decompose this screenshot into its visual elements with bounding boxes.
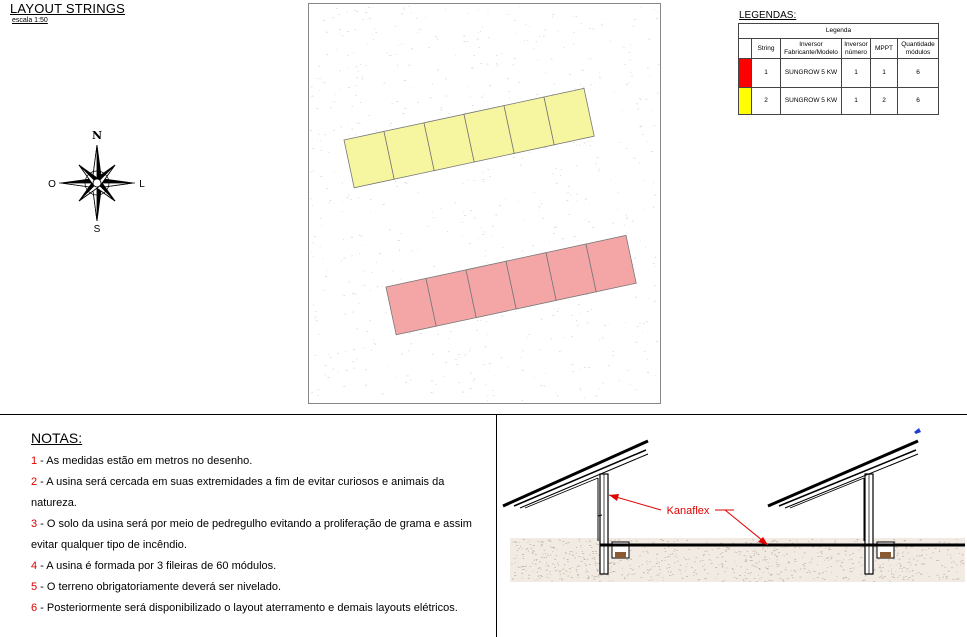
legend-cell-inverter: SUNGROW 5 KW bbox=[780, 87, 842, 115]
notes-block: NOTAS: 1 - As medidas estão em metros no… bbox=[31, 430, 486, 619]
legend-header-color bbox=[738, 38, 752, 59]
mounting-section-drawing: Kanaflex bbox=[502, 428, 965, 582]
section-divider-vertical bbox=[496, 414, 497, 637]
notes-title: NOTAS: bbox=[31, 430, 83, 446]
legend-table: Legenda String Inversor Fabricante/Model… bbox=[738, 23, 939, 115]
legend-color-swatch bbox=[738, 58, 752, 88]
legend-cell-mppt: 1 bbox=[870, 58, 898, 88]
note-item: 5 - O terreno obrigatoriamente deverá se… bbox=[31, 581, 282, 593]
legend-header-string: String bbox=[751, 38, 781, 59]
legend-cell-mppt: 2 bbox=[870, 87, 898, 115]
kanaflex-annotation: Kanaflex bbox=[608, 494, 769, 546]
blue-marker-icon bbox=[914, 428, 921, 434]
legend-heading: LEGENDAS: bbox=[739, 10, 797, 21]
note-item: 1 - As medidas estão em metros no desenh… bbox=[31, 455, 253, 467]
legend-cell-string: 2 bbox=[751, 87, 781, 115]
legend-color-swatch bbox=[738, 87, 752, 115]
section-divider-horizontal bbox=[0, 414, 967, 415]
legend-cell-inverter-number: 1 bbox=[841, 87, 871, 115]
kanaflex-label: Kanaflex bbox=[667, 505, 710, 517]
legend-header-modules: Quantidade módulos bbox=[897, 38, 939, 59]
legend-header-inverter-number: Inversor número bbox=[841, 38, 871, 59]
legend-header-inverter: Inversor Fabricante/Modelo bbox=[780, 38, 842, 59]
legend-cell-inverter: SUNGROW 5 KW bbox=[780, 58, 842, 88]
legend-cell-inverter-number: 1 bbox=[841, 58, 871, 88]
note-item: 4 - A usina é formada por 3 fileiras de … bbox=[31, 560, 277, 572]
legend-header-mppt: MPPT bbox=[870, 38, 898, 59]
note-item: 6 - Posteriormente será disponibilizado … bbox=[31, 602, 458, 614]
legend-cell-string: 1 bbox=[751, 58, 781, 88]
legend-cell-modules: 6 bbox=[897, 58, 939, 88]
legend-cell-modules: 6 bbox=[897, 87, 939, 115]
note-item: 2 - A usina será cercada em suas extremi… bbox=[31, 476, 445, 509]
note-item: 3 - O solo da usina será por meio de ped… bbox=[31, 518, 472, 551]
legend-table-title: Legenda bbox=[738, 23, 939, 39]
site-boundary bbox=[308, 3, 661, 404]
